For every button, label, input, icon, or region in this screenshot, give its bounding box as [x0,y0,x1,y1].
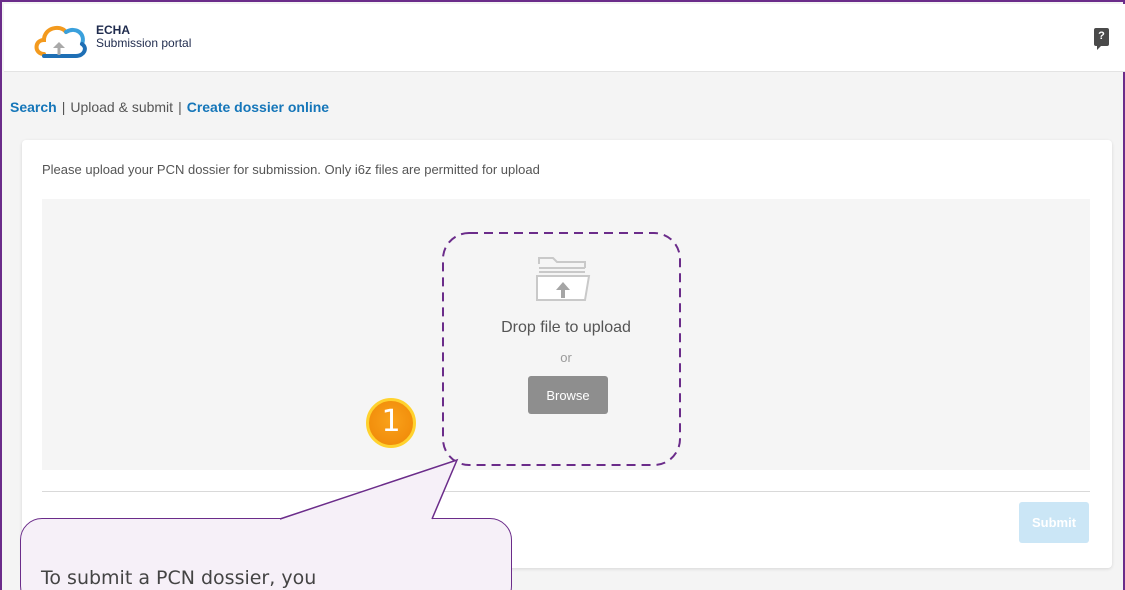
file-drop-zone[interactable]: Drop file to upload or Browse [42,199,1090,470]
breadcrumb-separator: | [178,99,182,115]
cloud-upload-logo-icon [34,25,87,58]
search-link[interactable]: Search [10,99,57,115]
upload-card: Please upload your PCN dossier for submi… [22,140,1112,568]
top-header: ECHA Submission portal ? [4,4,1125,72]
upload-submit-current: Upload & submit [70,99,174,115]
folder-upload-icon [536,257,591,301]
browse-button[interactable]: Browse [528,376,608,414]
breadcrumb: Search | Upload & submit | Create dossier on… [10,98,329,116]
step-number-badge: 1 [366,398,416,448]
help-question-icon[interactable]: ? [1094,28,1109,50]
create-dossier-online-link[interactable]: Create dossier online [187,99,329,115]
callout-text: To submit a PCN dossier, you [41,567,317,589]
submit-button[interactable]: Submit [1019,502,1089,543]
upload-instruction: Please upload your PCN dossier for submi… [42,162,540,177]
or-separator-text: or [560,350,572,365]
card-divider [42,491,1090,492]
breadcrumb-separator: | [61,99,66,115]
app-frame: ECHA Submission portal ? Search | Upload &… [0,0,1125,590]
drop-file-text: Drop file to upload [501,319,631,336]
callout-box: To submit a PCN dossier, you [20,518,512,590]
brand-subtitle: Submission portal [96,36,192,50]
